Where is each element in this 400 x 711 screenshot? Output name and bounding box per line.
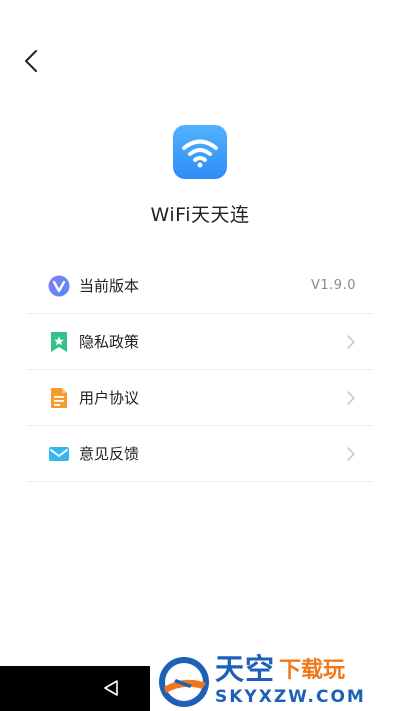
watermark-title: 天空 下载玩 <box>215 654 345 684</box>
version-value: V1.9.0 <box>311 278 356 293</box>
settings-menu: 当前版本 V1.9.0 隐私政策 用户协议 意见反馈 <box>27 258 373 482</box>
watermark-sub-text: 下载玩 <box>279 658 346 683</box>
menu-item-label: 当前版本 <box>79 277 140 295</box>
menu-item-feedback[interactable]: 意见反馈 <box>27 426 373 482</box>
menu-item-version[interactable]: 当前版本 V1.9.0 <box>27 258 373 314</box>
chevron-right-icon <box>347 334 355 349</box>
menu-item-privacy-policy[interactable]: 隐私政策 <box>27 314 373 370</box>
menu-item-label: 用户协议 <box>79 389 140 407</box>
menu-item-label: 意见反馈 <box>79 445 140 463</box>
v-badge-icon <box>48 275 70 297</box>
menu-item-label: 隐私政策 <box>79 333 140 351</box>
watermark-main-text: 天空 <box>215 652 276 686</box>
mail-icon <box>48 443 70 465</box>
chevron-right-icon <box>347 446 355 461</box>
watermark-logo-icon <box>159 657 209 707</box>
wifi-icon <box>182 139 218 168</box>
document-icon <box>48 387 70 409</box>
chevron-left-icon <box>25 50 37 72</box>
app-name: WiFi天天连 <box>150 204 250 226</box>
menu-item-user-agreement[interactable]: 用户协议 <box>27 370 373 426</box>
bookmark-star-icon <box>48 331 70 353</box>
nav-back-triangle-icon[interactable] <box>101 678 121 698</box>
back-button[interactable] <box>18 46 48 76</box>
system-nav-bar <box>0 666 150 711</box>
chevron-right-icon <box>347 390 355 405</box>
watermark-domain: SKYXZW.COM <box>215 687 366 707</box>
app-logo <box>173 125 227 179</box>
